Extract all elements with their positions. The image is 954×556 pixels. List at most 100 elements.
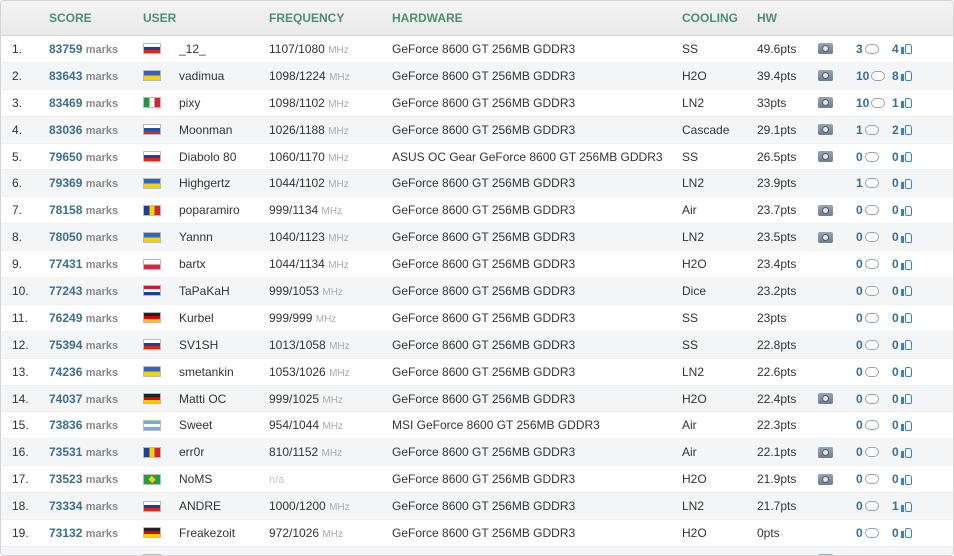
likes[interactable]: 0 (892, 392, 922, 406)
hardware[interactable]: GeForce 8600 GT 256MB GDDR3 (392, 69, 682, 83)
score-value[interactable]: 83643 (49, 69, 82, 83)
user-link[interactable]: SV1SH (179, 338, 269, 352)
score-link[interactable]: 74236 marks (49, 365, 143, 379)
hardware[interactable]: GeForce 8600 GT 256MB GDDR3 (392, 284, 682, 298)
likes[interactable]: 0 (892, 230, 922, 244)
likes[interactable]: 0 (892, 203, 922, 217)
user-link[interactable]: Sweet (179, 418, 269, 432)
score-link[interactable]: 78158 marks (49, 203, 143, 217)
user-link[interactable]: Diabolo 80 (179, 150, 269, 164)
hardware[interactable]: ASUS OC Gear GeForce 8600 GT 256MB GDDR3 (392, 150, 682, 164)
score-link[interactable]: 76249 marks (49, 311, 143, 325)
score-value[interactable]: 78158 (49, 203, 82, 217)
score-link[interactable]: 73836 marks (49, 418, 143, 432)
user-link[interactable]: Highgertz (179, 176, 269, 190)
camera-icon[interactable] (818, 204, 833, 216)
hardware[interactable]: GeForce 8600 GT 256MB GDDR3 (392, 96, 682, 110)
user-link[interactable]: err0r (179, 445, 269, 459)
user-link[interactable]: bartx (179, 257, 269, 271)
score-link[interactable]: 83759 marks (49, 42, 143, 56)
score-link[interactable]: 75394 marks (49, 338, 143, 352)
hardware[interactable]: GeForce 8600 GT 256MB GDDR3 (392, 445, 682, 459)
comments[interactable]: 0 (856, 311, 892, 325)
comments[interactable]: 0 (856, 472, 892, 486)
camera-icon[interactable] (818, 151, 833, 162)
camera-icon[interactable] (818, 231, 833, 243)
user-link[interactable]: poparamiro (179, 203, 269, 217)
hardware[interactable]: GeForce 8600 GT 256MB GDDR3 (392, 176, 682, 190)
likes[interactable]: 0 (892, 526, 922, 540)
likes[interactable]: 0 (892, 472, 922, 486)
user-link[interactable]: pixy (179, 96, 269, 110)
likes[interactable]: 0 (892, 257, 922, 271)
likes[interactable]: 8 (892, 69, 922, 83)
likes[interactable]: 0 (892, 418, 922, 432)
hardware[interactable]: GeForce 8600 GT 256MB GDDR3 (392, 257, 682, 271)
user-link[interactable]: Matti OC (179, 392, 269, 406)
comments[interactable]: 0 (856, 526, 892, 540)
comments[interactable]: 0 (856, 338, 892, 352)
score-value[interactable]: 83469 (49, 96, 82, 110)
score-column-header[interactable]: SCORE (49, 11, 143, 25)
comments[interactable]: 0 (856, 499, 892, 513)
user-link[interactable]: _12_ (179, 42, 269, 56)
comments[interactable]: 0 (856, 365, 892, 379)
score-link[interactable]: 83036 marks (49, 123, 143, 137)
score-link[interactable]: 73523 marks (49, 472, 143, 486)
comments[interactable]: 10 (856, 69, 892, 83)
user-link[interactable]: Yannn (179, 230, 269, 244)
score-value[interactable]: 73531 (49, 445, 82, 459)
hardware[interactable]: GeForce 8600 GT 256MB GDDR3 (392, 499, 682, 513)
likes[interactable]: 0 (892, 338, 922, 352)
score-value[interactable]: 77243 (49, 284, 82, 298)
score-link[interactable]: 77243 marks (49, 284, 143, 298)
comments[interactable]: 0 (856, 257, 892, 271)
camera-icon[interactable] (818, 393, 833, 405)
comments[interactable]: 0 (856, 418, 892, 432)
score-value[interactable]: 79650 (49, 150, 82, 164)
hardware[interactable]: MSI GeForce 8600 GT 256MB GDDR3 (392, 418, 682, 432)
user-link[interactable]: Moonman (179, 123, 269, 137)
hardware[interactable]: GeForce 8600 GT 256MB GDDR3 (392, 338, 682, 352)
likes[interactable]: 1 (892, 96, 922, 110)
score-value[interactable]: 73836 (49, 418, 82, 432)
user-link[interactable]: ANDRE (179, 499, 269, 513)
hardware[interactable]: GeForce 8600 GT 256MB GDDR3 (392, 311, 682, 325)
hardware-column-header[interactable]: HARDWARE (392, 11, 682, 25)
camera-icon[interactable] (818, 446, 833, 458)
comments[interactable]: 1 (856, 123, 892, 137)
user-link[interactable]: Kurbel (179, 311, 269, 325)
likes[interactable]: 4 (892, 42, 922, 56)
hardware[interactable]: GeForce 8600 GT 256MB GDDR3 (392, 230, 682, 244)
likes[interactable]: 1 (892, 499, 922, 513)
score-link[interactable]: 73531 marks (49, 445, 143, 459)
hardware[interactable]: GeForce 8600 GT 256MB GDDR3 (392, 392, 682, 406)
score-value[interactable]: 73523 (49, 472, 82, 486)
score-link[interactable]: 83469 marks (49, 96, 143, 110)
comments[interactable]: 0 (856, 203, 892, 217)
score-value[interactable]: 79369 (49, 176, 82, 190)
comments[interactable]: 3 (856, 42, 892, 56)
likes[interactable]: 0 (892, 150, 922, 164)
camera-icon[interactable] (818, 473, 833, 485)
likes[interactable]: 0 (892, 445, 922, 459)
score-value[interactable]: 73334 (49, 499, 82, 513)
score-link[interactable]: 78050 marks (49, 230, 143, 244)
camera-icon[interactable] (818, 124, 833, 136)
hardware[interactable]: GeForce 8600 GT 256MB GDDR3 (392, 472, 682, 486)
score-value[interactable]: 78050 (49, 230, 82, 244)
user-link[interactable]: Freakezoit (179, 526, 269, 540)
hardware[interactable]: GeForce 8600 GT 256MB GDDR3 (392, 203, 682, 217)
score-link[interactable]: 83643 marks (49, 69, 143, 83)
frequency-column-header[interactable]: FREQUENCY (269, 11, 392, 25)
score-value[interactable]: 75394 (49, 338, 82, 352)
score-value[interactable]: 77431 (49, 257, 82, 271)
score-value[interactable]: 74037 (49, 392, 82, 406)
likes[interactable]: 0 (892, 311, 922, 325)
score-link[interactable]: 79650 marks (49, 150, 143, 164)
score-link[interactable]: 73132 marks (49, 526, 143, 540)
score-value[interactable]: 73132 (49, 526, 82, 540)
score-value[interactable]: 83036 (49, 123, 82, 137)
camera-icon[interactable] (818, 43, 833, 55)
score-value[interactable]: 74236 (49, 365, 82, 379)
